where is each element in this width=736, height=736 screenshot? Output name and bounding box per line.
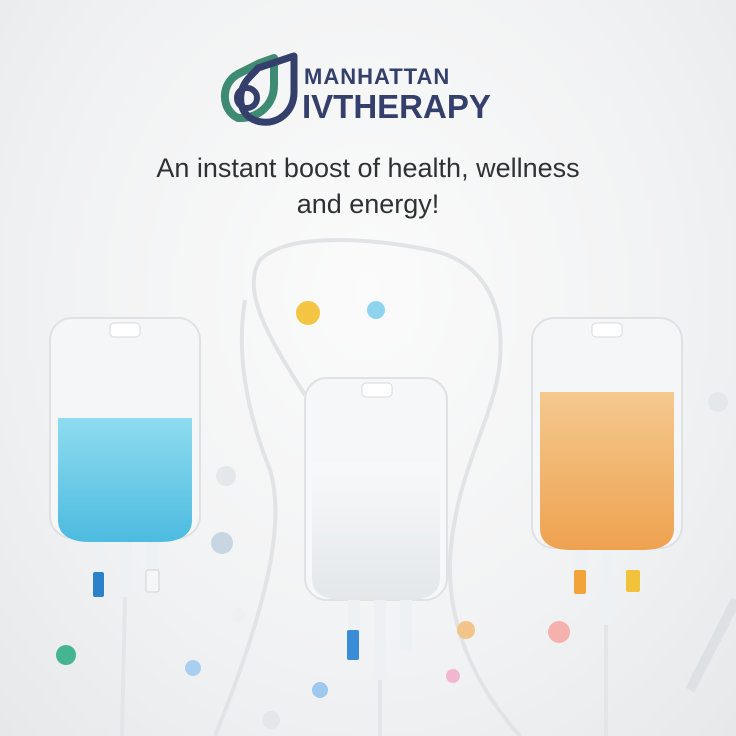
iv-bag-middle bbox=[304, 377, 448, 736]
iv-bag-right bbox=[531, 317, 736, 736]
iv-bags-photo bbox=[49, 238, 736, 736]
iv-bag-left bbox=[49, 317, 201, 736]
